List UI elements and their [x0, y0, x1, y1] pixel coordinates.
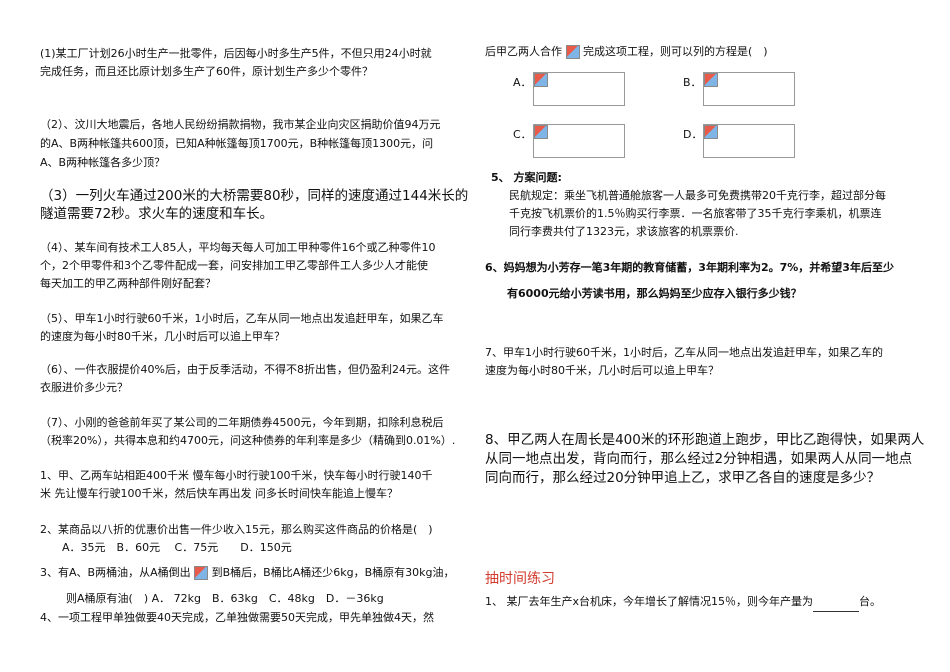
question-5-line-1: （5）、甲车1小时行驶60千米，1小时后，乙车从同一地点出发追赶甲车，如果乙车: [40, 312, 444, 325]
practice-question-1: 1、 某厂去年生产x台机床，今年增长了解情况15％，则今年产量为 台。: [485, 592, 881, 612]
question-5-line-2: 的速度为每小时80千米，几小时后可以追上甲车？: [40, 330, 285, 343]
practice-question-1-suffix: 台。: [859, 595, 881, 608]
question-8-line-2: 从同一地点出发，背向而行，那么经过2分钟相遇，如果两人从同一地点: [485, 451, 913, 467]
continuation-part-a: 后甲乙两人合作: [485, 45, 562, 58]
broken-image-icon: [704, 125, 718, 139]
question-4-line-3: 每天加工的甲乙两种部件刚好配套？: [40, 277, 216, 290]
option-c-image: [533, 124, 625, 158]
question-3-line-2: 隧道需要72秒。求火车的速度和车长。: [40, 206, 274, 222]
question-8-line-1: 8、甲乙两人在周长是400米的环形跑道上跑步，甲比乙跑得快，如果两人: [485, 432, 925, 448]
question-7-line-1: （7）、小刚的爸爸前年买了某公司的二年期债券4500元，今年到期，扣除利息税后: [40, 416, 444, 429]
question-6-line-1: （6）、一件衣服提价40%后，由于反季活动，不得不8折出售，但仍盈利24元。这件: [40, 363, 450, 376]
question-1-line-2: 完成任务，而且还比原计划多生产了60件，原计划生产多少个零件？: [40, 65, 373, 78]
question-4-line-1: （4）、某车间有技术工人85人，平均每天每人可加工甲种零件16个或乙种零件10: [40, 241, 436, 254]
question-5-body-line-1: 民航规定：乘坐飞机普通舱旅客一人最多可免费携带20千克行李，超过部分每: [509, 189, 886, 202]
question-2-line-2: 的A、B两种帐篷共600顶，已知A种帐篷每顶1700元，B种帐篷每顶1300元，…: [40, 137, 434, 150]
option-d-image: [703, 124, 795, 158]
question-6-line-2: 衣服进价多少元？: [40, 381, 128, 394]
option-a-image: [533, 72, 625, 106]
option-d-label: D．: [683, 128, 703, 141]
broken-image-icon: [534, 125, 548, 139]
question-5-title: 5、 方案问题:: [491, 171, 562, 184]
question-5-body-line-2: 千克按飞机票价的1.5％购买行李票．一名旅客带了35千克行李乘机，机票连: [509, 207, 882, 220]
question-6-line-2: 有6000元给小芳读书用，那么妈妈至少应存入银行多少钱？: [507, 287, 802, 300]
option-c-label: C．: [513, 128, 532, 141]
section-question-1-line-1: 1、甲、乙两车站相距400千米 慢车每小时行驶100千米，快车每小时行驶140千: [40, 469, 433, 482]
broken-image-icon: [704, 73, 718, 87]
broken-image-icon: [534, 73, 548, 87]
question-1-line-1: (1)某工厂计划26小时生产一批零件，后因每小时多生产5件，不但只用24小时就: [40, 47, 432, 60]
question-2-line-1: （2）、汶川大地震后，各地人民纷纷捐款捐物，我市某企业向灾区捐助价值94万元: [40, 118, 441, 131]
broken-image-icon: [194, 566, 209, 580]
question-2-line-3: A、B两种帐篷各多少顶？: [40, 156, 166, 169]
practice-question-1-text: 1、 某厂去年生产x台机床，今年增长了解情况15％，则今年产量为: [485, 595, 813, 608]
option-a-label: A．: [513, 76, 532, 89]
question-6-line-1: 6、妈妈想为小芳存一笔3年期的教育储蓄，3年期利率为2。7%，并希望3年后至少: [485, 261, 894, 274]
question-7-line-2: （税率20%），共得本息和约4700元，问这种债券的年利率是多少（精确到0.01…: [40, 434, 456, 447]
option-b-image: [703, 72, 795, 106]
question-7-line-1: 7、甲车1小时行驶60千米，1小时后，乙车从同一地点出发追赶甲车，如果乙车的: [485, 346, 883, 359]
question-4-continuation: 后甲乙两人合作 完成这项工程，则可以列的方程是( ): [485, 42, 768, 62]
question-8-line-3: 同向而行，那么经过20分钟甲追上乙，求甲乙各自的速度是多少？: [485, 470, 881, 486]
answer-blank: [813, 599, 859, 612]
broken-image-icon: [565, 45, 580, 59]
question-5-body-line-3: 同行李费共付了1323元，求该旅客的机票票价.: [509, 225, 739, 238]
question-4-line-2: 个，2个甲零件和3个乙零件配成一套，问安排加工甲乙零部件工人多少人才能使: [40, 259, 428, 272]
continuation-part-b: 完成这项工程，则可以列的方程是( ): [583, 45, 768, 58]
section-question-3-part-b: 到B桶后，B桶比A桶还少6kg，B桶原有30kg油，: [211, 566, 455, 579]
section-question-3-line-1: 3、有A、B两桶油，从A桶倒出 到B桶后，B桶比A桶还少6kg，B桶原有30kg…: [40, 563, 454, 583]
section-question-2-options: A．35元 B．60元 C．75元 D．150元: [62, 541, 292, 554]
section-question-3-part-a: 3、有A、B两桶油，从A桶倒出: [40, 566, 191, 579]
practice-section-title: 抽时间练习: [485, 571, 555, 587]
section-question-2: 2、某商品以八折的优惠价出售一件少收入15元，那么购买这件商品的价格是( ): [40, 523, 433, 536]
section-question-1-line-2: 米 先让慢车行驶100千米，然后快车再出发 问多长时间快车能追上慢车？: [40, 487, 398, 500]
question-7-line-2: 速度为每小时80千米，几小时后可以追上甲车？: [485, 364, 719, 377]
section-question-4: 4、一项工程甲单独做要40天完成，乙单独做需要50天完成，甲先单独做4天，然: [40, 611, 434, 624]
section-question-3-line-2: 则A桶原有油( ) A． 72kg B．63kg C．48kg D．－36kg: [66, 592, 384, 605]
option-b-label: B．: [683, 76, 702, 89]
